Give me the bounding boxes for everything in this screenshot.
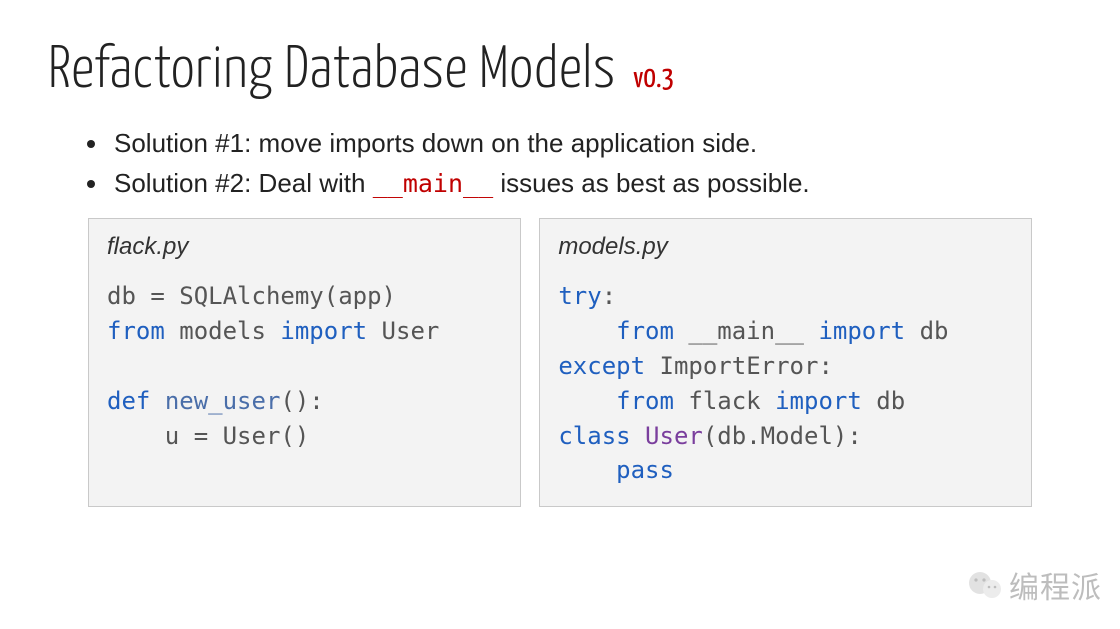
bullet-2-suffix: issues as best as possible.: [493, 168, 810, 198]
bullet-2: Solution #2: Deal with __main__ issues a…: [110, 165, 1072, 203]
bullet-1-text: Solution #1: move imports down on the ap…: [114, 128, 757, 158]
filename-left: flack.py: [107, 233, 502, 261]
code-columns: flack.py db = SQLAlchemy(app) from model…: [88, 218, 1032, 507]
code-left: db = SQLAlchemy(app) from models import …: [107, 279, 502, 453]
watermark-text: 编程派: [1009, 563, 1102, 607]
bullet-2-prefix: Solution #2: Deal with: [114, 168, 373, 198]
bullet-2-code: __main__: [373, 169, 493, 198]
wechat-icon: [967, 567, 1003, 603]
version-tag: v0.3: [633, 65, 674, 93]
filename-right: models.py: [558, 233, 1013, 261]
code-right: try: from __main__ import db except Impo…: [558, 279, 1013, 488]
code-box-right: models.py try: from __main__ import db e…: [539, 218, 1032, 507]
bullet-list: Solution #1: move imports down on the ap…: [110, 125, 1072, 202]
watermark: 编程派: [967, 563, 1102, 607]
slide-title: Refactoring Database Models v0.3: [48, 40, 1072, 103]
code-box-left: flack.py db = SQLAlchemy(app) from model…: [88, 218, 521, 507]
slide: Refactoring Database Models v0.3 Solutio…: [0, 0, 1120, 629]
title-text: Refactoring Database Models: [48, 43, 616, 99]
bullet-1: Solution #1: move imports down on the ap…: [110, 125, 1072, 163]
